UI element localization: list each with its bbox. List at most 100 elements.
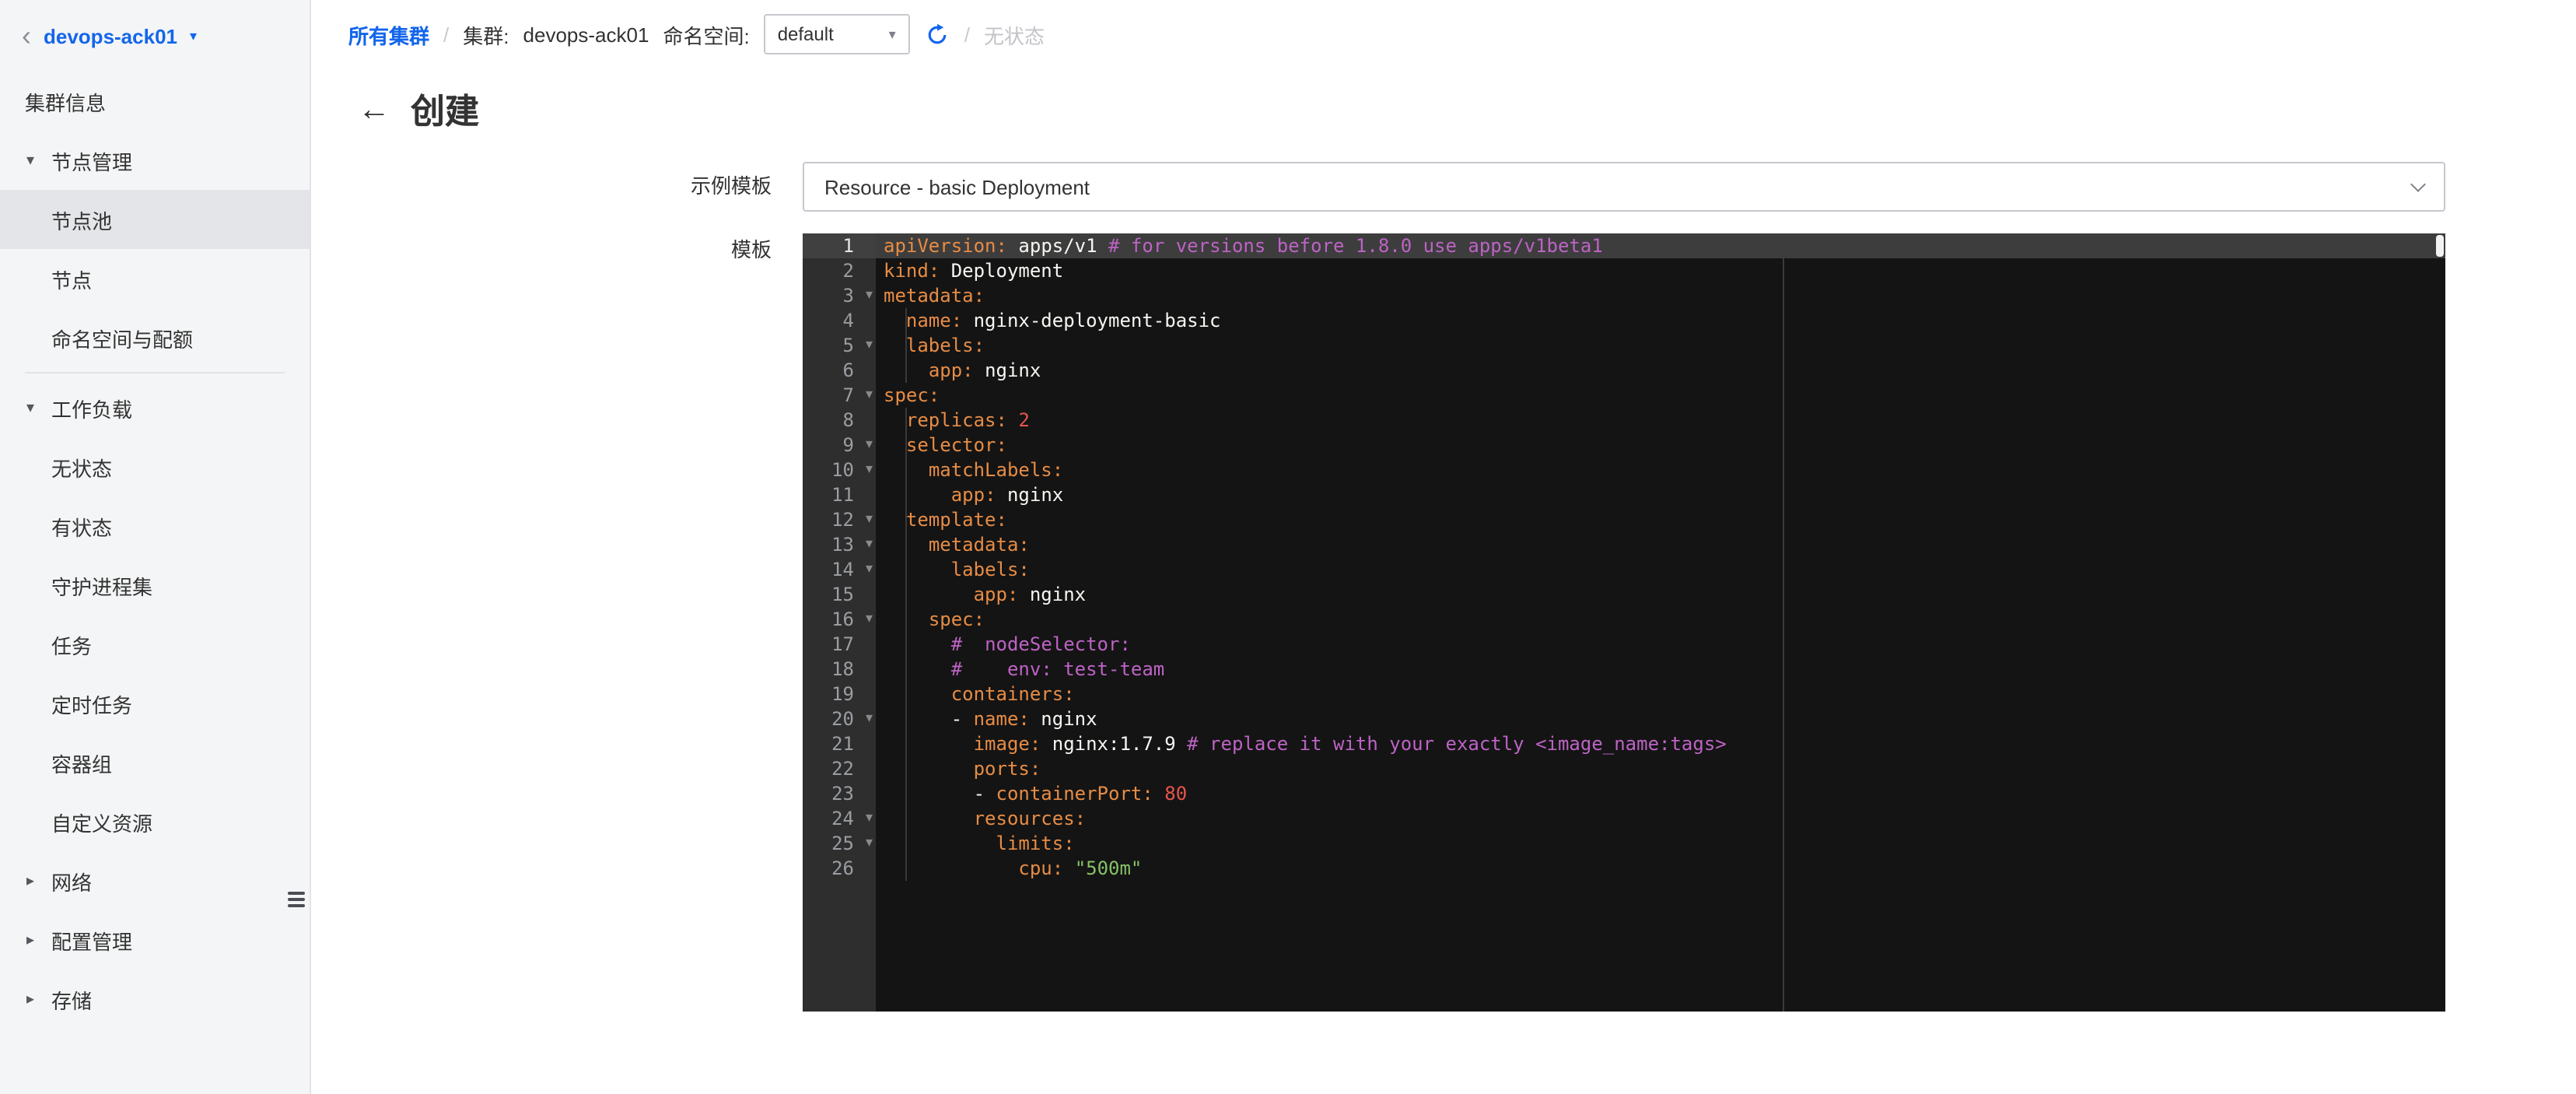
fold-toggle-icon[interactable]: ▾ bbox=[866, 509, 873, 531]
gutter-line-5[interactable]: 5 ▾ bbox=[803, 333, 876, 358]
gutter-line-14[interactable]: 14 ▾ bbox=[803, 557, 876, 582]
sidebar-item-workloads[interactable]: ▾ 工作负载 bbox=[0, 378, 310, 437]
code-line-8[interactable]: replicas: 2 bbox=[876, 408, 2445, 433]
fold-toggle-icon[interactable]: ▾ bbox=[866, 534, 873, 556]
line-number: 19 bbox=[831, 683, 854, 705]
fold-toggle-icon[interactable]: ▾ bbox=[866, 808, 873, 829]
gutter-line-4[interactable]: 4 bbox=[803, 308, 876, 333]
code-line-25[interactable]: limits: bbox=[876, 831, 2445, 856]
gutter-line-8[interactable]: 8 bbox=[803, 408, 876, 433]
code-line-3[interactable]: metadata: bbox=[876, 283, 2445, 308]
gutter-line-22[interactable]: 22 bbox=[803, 756, 876, 781]
gutter-line-6[interactable]: 6 bbox=[803, 358, 876, 383]
code-line-12[interactable]: template: bbox=[876, 507, 2445, 532]
yaml-editor[interactable]: 1 2 3 ▾ 4 5 ▾ 6 7 ▾ 8 9 ▾ 10 ▾ 11 12 ▾ 13 ▾ 14 ▾ 15 16 ▾ 17 18 19 20… bbox=[803, 233, 2445, 1012]
sidebar-collapse-handle[interactable] bbox=[288, 887, 305, 912]
gutter-line-19[interactable]: 19 bbox=[803, 682, 876, 707]
sidebar-item-node[interactable]: 节点 bbox=[0, 249, 310, 308]
gutter-line-12[interactable]: 12 ▾ bbox=[803, 507, 876, 532]
sidebar-item-namespace-quota[interactable]: 命名空间与配额 bbox=[0, 308, 310, 367]
breadcrumb-all-clusters-link[interactable]: 所有集群 bbox=[348, 19, 429, 49]
gutter-line-13[interactable]: 13 ▾ bbox=[803, 532, 876, 557]
fold-toggle-icon[interactable]: ▾ bbox=[866, 285, 873, 307]
fold-toggle-icon[interactable]: ▾ bbox=[866, 335, 873, 356]
code-line-7[interactable]: spec: bbox=[876, 383, 2445, 408]
sidebar-item-custom-resource[interactable]: 自定义资源 bbox=[0, 792, 310, 851]
breadcrumb-current-page: 无状态 bbox=[983, 24, 1045, 47]
refresh-icon bbox=[928, 23, 947, 44]
gutter-line-10[interactable]: 10 ▾ bbox=[803, 458, 876, 482]
gutter-line-17[interactable]: 17 bbox=[803, 632, 876, 657]
gutter-line-16[interactable]: 16 ▾ bbox=[803, 607, 876, 632]
code-line-19[interactable]: containers: bbox=[876, 682, 2445, 707]
fold-toggle-icon[interactable]: ▾ bbox=[866, 608, 873, 630]
sidebar-item-storage[interactable]: ▸ 存储 bbox=[0, 970, 310, 1029]
fold-toggle-icon[interactable]: ▾ bbox=[866, 559, 873, 580]
sidebar-item-pods[interactable]: 容器组 bbox=[0, 733, 310, 792]
code-line-11[interactable]: app: nginx bbox=[876, 482, 2445, 507]
gutter-line-20[interactable]: 20 ▾ bbox=[803, 707, 876, 731]
back-arrow-icon[interactable]: ← bbox=[358, 93, 390, 125]
gutter-line-3[interactable]: 3 ▾ bbox=[803, 283, 876, 308]
gutter-line-1[interactable]: 1 bbox=[803, 233, 876, 258]
code-line-9[interactable]: selector: bbox=[876, 433, 2445, 458]
gutter-line-18[interactable]: 18 bbox=[803, 657, 876, 682]
fold-toggle-icon[interactable]: ▾ bbox=[866, 434, 873, 456]
editor-gutter: 1 2 3 ▾ 4 5 ▾ 6 7 ▾ 8 9 ▾ 10 ▾ 11 12 ▾ 13 ▾ 14 ▾ 15 16 ▾ 17 18 19 20… bbox=[803, 233, 876, 1012]
code-line-26[interactable]: cpu: "500m" bbox=[876, 856, 2445, 881]
sample-template-select[interactable]: Resource - basic Deployment bbox=[803, 162, 2445, 212]
gutter-line-21[interactable]: 21 bbox=[803, 731, 876, 756]
cluster-caret-icon[interactable]: ▾ bbox=[190, 27, 197, 44]
fold-toggle-icon[interactable]: ▾ bbox=[866, 708, 873, 730]
sidebar-item-job[interactable]: 任务 bbox=[0, 615, 310, 674]
gutter-line-9[interactable]: 9 ▾ bbox=[803, 433, 876, 458]
sidebar-item-stateful[interactable]: 有状态 bbox=[0, 496, 310, 556]
line-number: 22 bbox=[831, 758, 854, 780]
sidebar-item-cluster-info[interactable]: 集群信息 bbox=[0, 72, 310, 131]
code-line-18[interactable]: # env: test-team bbox=[876, 657, 2445, 682]
code-line-20[interactable]: - name: nginx bbox=[876, 707, 2445, 731]
code-line-21[interactable]: image: nginx:1.7.9 # replace it with you… bbox=[876, 731, 2445, 756]
sidebar-item-daemonset[interactable]: 守护进程集 bbox=[0, 556, 310, 615]
code-line-17[interactable]: # nodeSelector: bbox=[876, 632, 2445, 657]
sidebar-item-stateless[interactable]: 无状态 bbox=[0, 437, 310, 496]
code-line-14[interactable]: labels: bbox=[876, 557, 2445, 582]
code-line-16[interactable]: spec: bbox=[876, 607, 2445, 632]
code-line-24[interactable]: resources: bbox=[876, 806, 2445, 831]
gutter-line-11[interactable]: 11 bbox=[803, 482, 876, 507]
back-chevron-icon[interactable]: ‹ bbox=[22, 22, 31, 50]
code-line-15[interactable]: app: nginx bbox=[876, 582, 2445, 607]
fold-toggle-icon[interactable]: ▾ bbox=[866, 384, 873, 406]
gutter-line-2[interactable]: 2 bbox=[803, 258, 876, 283]
editor-scrollbar-thumb[interactable] bbox=[2436, 235, 2444, 257]
gutter-line-26[interactable]: 26 bbox=[803, 856, 876, 881]
gutter-line-15[interactable]: 15 bbox=[803, 582, 876, 607]
refresh-button[interactable] bbox=[926, 23, 949, 46]
code-line-4[interactable]: name: nginx-deployment-basic bbox=[876, 308, 2445, 333]
gutter-line-23[interactable]: 23 bbox=[803, 781, 876, 806]
sidebar-item-node-pool[interactable]: 节点池 bbox=[0, 190, 310, 249]
code-line-13[interactable]: metadata: bbox=[876, 532, 2445, 557]
code-line-6[interactable]: app: nginx bbox=[876, 358, 2445, 383]
sidebar-item-cronjob[interactable]: 定时任务 bbox=[0, 674, 310, 733]
sidebar-item-network[interactable]: ▸ 网络 bbox=[0, 851, 310, 910]
code-line-23[interactable]: - containerPort: 80 bbox=[876, 781, 2445, 806]
sidebar-item-config-management[interactable]: ▸ 配置管理 bbox=[0, 910, 310, 970]
namespace-select-value: default bbox=[777, 23, 834, 45]
code-line-22[interactable]: ports: bbox=[876, 756, 2445, 781]
gutter-line-7[interactable]: 7 ▾ bbox=[803, 383, 876, 408]
code-line-5[interactable]: labels: bbox=[876, 333, 2445, 358]
breadcrumb: 所有集群 / 集群: devops-ack01 命名空间: default ▾ … bbox=[311, 0, 2576, 68]
code-line-10[interactable]: matchLabels: bbox=[876, 458, 2445, 482]
code-line-2[interactable]: kind: Deployment bbox=[876, 258, 2445, 283]
sidebar-item-node-management[interactable]: ▾ 节点管理 bbox=[0, 131, 310, 190]
gutter-line-25[interactable]: 25 ▾ bbox=[803, 831, 876, 856]
line-number: 7 bbox=[842, 384, 854, 406]
namespace-select[interactable]: default ▾ bbox=[763, 14, 910, 54]
fold-toggle-icon[interactable]: ▾ bbox=[866, 459, 873, 481]
code-line-1[interactable]: apiVersion: apps/v1 # for versions befor… bbox=[876, 233, 2445, 258]
gutter-line-24[interactable]: 24 ▾ bbox=[803, 806, 876, 831]
cluster-switcher[interactable]: devops-ack01 bbox=[44, 24, 177, 47]
line-number: 5 bbox=[842, 335, 854, 356]
fold-toggle-icon[interactable]: ▾ bbox=[866, 833, 873, 854]
